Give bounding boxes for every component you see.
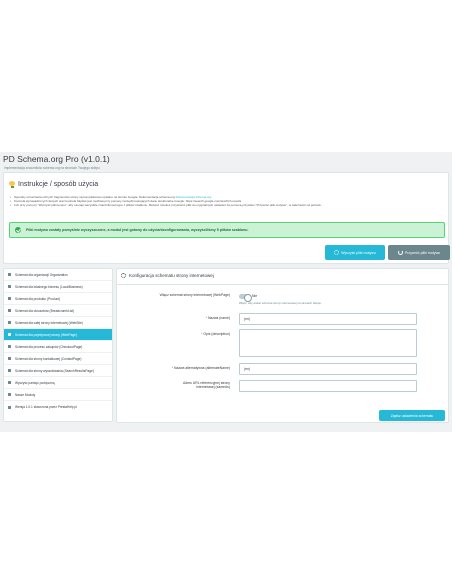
sidebar-item-our-modules[interactable]: Nasze Moduły xyxy=(4,389,112,401)
page-subtitle: Implementacja znaczników schema.org na s… xyxy=(4,166,100,170)
globe-icon xyxy=(8,321,11,324)
enable-webpage-label: Włącz schemat strony internetowej (WebPa… xyxy=(159,293,230,297)
refresh-icon xyxy=(397,250,403,255)
sidebar-item-checkout[interactable]: Schemat dla procesu zakupów (CheckoutPag… xyxy=(4,341,112,353)
config-heading: Konfiguracja schematu strony internetowe… xyxy=(121,273,214,278)
clean-theme-files-label: Wyczyść pliki motywu xyxy=(341,250,376,255)
store-icon xyxy=(8,285,11,288)
sidebar-item-local-business[interactable]: Schemat dla lokalnego biznesu (LocalBusi… xyxy=(4,281,112,293)
sidebar-item-clear-cache[interactable]: Wyczyść pamięć podręczną xyxy=(4,377,112,389)
gears-icon xyxy=(121,273,126,278)
sidebar-item-product[interactable]: Schemat dla produktu (Product) xyxy=(4,293,112,305)
name-input[interactable]: (en) xyxy=(239,313,417,325)
search-icon xyxy=(8,369,11,372)
envelope-icon xyxy=(8,357,11,360)
info-icon xyxy=(8,405,11,409)
success-alert-text: Pliki motywu zostały pomyślnie wyczyszcz… xyxy=(26,228,249,232)
page-title: PD Schema.org Pro (v1.0.1) xyxy=(3,154,110,164)
enable-webpage-toggle-value: Nie xyxy=(252,294,258,298)
config-title: Konfiguracja schematu strony internetowe… xyxy=(129,273,214,278)
sidebar-item-breadcrumb[interactable]: Schemat dla okruszków (BreadcrumbList) xyxy=(4,305,112,317)
instruction-item: Lub przy pomocy "Wyczyść pliki tempu", a… xyxy=(10,203,440,207)
description-label: * Opis (description) xyxy=(201,332,230,336)
lightbulb-icon xyxy=(9,181,15,188)
success-alert: Pliki motywu zostały pomyślnie wyczyszcz… xyxy=(9,222,445,238)
alternate-name-label: * Nazwa alternatywna (alternateName) xyxy=(171,366,230,370)
enable-webpage-help: Włącz, aby dodać schemat strony internet… xyxy=(239,301,322,305)
description-textarea[interactable] xyxy=(239,329,417,357)
sidebar-item-webpage[interactable]: Schemat dla pojedynczej strony (WebPage) xyxy=(4,329,112,341)
organization-icon xyxy=(8,273,11,276)
name-label: * Nazwa (name) xyxy=(205,316,230,320)
instructions-heading: Instrukcje / sposób użycia xyxy=(9,181,98,188)
breadcrumb-icon xyxy=(8,309,11,312)
product-icon xyxy=(8,297,11,300)
cart-icon xyxy=(8,345,11,348)
webpage-schema-config-panel: Konfiguracja schematu strony internetowe… xyxy=(116,268,449,423)
sidebar-item-organization[interactable]: Schemat dla organizacji Organization xyxy=(4,269,112,281)
restore-theme-files-label: Przywróć pliki motywu xyxy=(404,250,441,255)
instructions-title: Instrukcje / sposób użycia xyxy=(18,181,99,188)
check-circle-icon xyxy=(15,227,21,233)
clean-theme-files-button[interactable]: Wyczyść pliki motywu xyxy=(325,245,385,260)
sidebar-item-version[interactable]: Wersja 1.0.1 stworzona przez PrestaHelp.… xyxy=(4,401,112,413)
save-schema-settings-button[interactable]: Zapisz ustawienia schematu xyxy=(379,410,445,421)
instructions-list: Sposoby oznaczania różnych fragmentów st… xyxy=(10,195,440,208)
star-icon xyxy=(8,393,11,396)
sameas-input[interactable] xyxy=(239,380,417,392)
sidebar-item-contact[interactable]: Schemat dla strony kontaktowej (ContactP… xyxy=(4,353,112,365)
sameas-label: Adres URL referencyjnej strony interneto… xyxy=(183,381,230,390)
sidebar-menu: Schemat dla organizacji Organization Sch… xyxy=(3,268,113,422)
trash-icon xyxy=(8,381,11,384)
alternate-name-input[interactable]: (en) xyxy=(239,363,417,375)
divider xyxy=(117,284,448,285)
pencil-icon xyxy=(8,333,11,336)
instructions-panel: Instrukcje / sposób użycia Sposoby oznac… xyxy=(3,172,450,264)
restore-theme-files-button[interactable]: Przywróć pliki motywu xyxy=(388,245,450,260)
sidebar-item-search-results[interactable]: Schemat dla strony wyszukiwania (SearchR… xyxy=(4,365,112,377)
sidebar-item-website[interactable]: Schemat dla całej strony internetowej (W… xyxy=(4,317,112,329)
gear-icon xyxy=(334,250,340,255)
enable-webpage-toggle[interactable] xyxy=(239,293,252,302)
